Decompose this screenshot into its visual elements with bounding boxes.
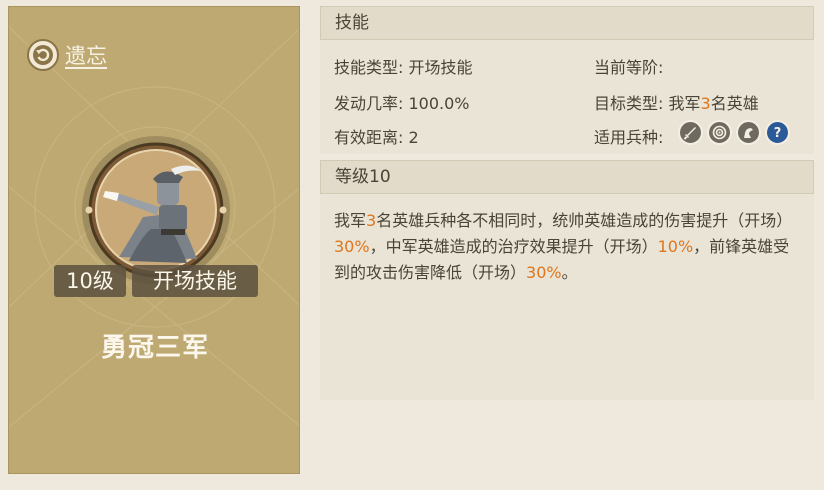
trigger-rate-row: 发动几率: 100.0% — [334, 90, 470, 114]
current-rank-row: 当前等阶: — [594, 54, 663, 78]
skill-section-header: 技能 — [320, 6, 814, 40]
undo-icon — [27, 39, 59, 71]
skill-type-label: 技能类型: — [334, 58, 404, 77]
level-description: 我军3名英雄兵种各不相同时，统帅英雄造成的伤害提升（开场）30%，中军英雄造成的… — [334, 208, 804, 286]
desc-text-3: ，中军英雄造成的治疗效果提升（开场） — [369, 237, 658, 256]
bow-icon[interactable] — [707, 120, 732, 145]
desc-number-1: 3 — [366, 211, 377, 230]
skill-type-row: 技能类型: 开场技能 — [334, 54, 473, 78]
sword-icon[interactable] — [678, 120, 703, 145]
forget-button[interactable]: 遗忘 — [27, 39, 107, 71]
skill-name: 勇冠三军 — [100, 333, 209, 363]
skill-type-value: 开场技能 — [408, 58, 473, 77]
desc-text-1: 我军 — [334, 211, 367, 230]
target-type-row: 目标类型: 我军3名英雄 — [594, 90, 759, 114]
skill-card: 遗忘 10级 开场技能 勇冠三军 — [8, 6, 300, 474]
trigger-rate-label: 发动几率: — [334, 94, 404, 113]
forget-label: 遗忘 — [65, 44, 107, 68]
svg-text:?: ? — [774, 126, 782, 140]
troop-icons: ? — [678, 120, 790, 145]
skill-portrait — [79, 133, 233, 287]
target-type-suffix: 名英雄 — [710, 94, 759, 113]
skill-type-badge: 开场技能 — [132, 265, 258, 297]
skill-level-badge: 10级 — [54, 265, 126, 297]
desc-number-3: 10% — [657, 237, 694, 256]
desc-number-2: 30% — [334, 237, 370, 256]
trigger-rate-value: 100.0% — [408, 94, 470, 113]
troop-type-label: 适用兵种: — [594, 128, 664, 147]
target-type-number: 3 — [700, 94, 711, 113]
desc-text-5: 。 — [561, 263, 578, 282]
desc-number-4: 30% — [526, 263, 562, 282]
desc-text-2: 名英雄兵种各不相同时，统帅英雄造成的伤害提升（开场） — [376, 211, 793, 230]
question-icon[interactable]: ? — [765, 120, 790, 145]
horse-icon[interactable] — [736, 120, 761, 145]
level-section-header: 等级10 — [320, 160, 814, 194]
target-type-prefix: 我军 — [668, 94, 701, 113]
range-row: 有效距离: 2 — [334, 124, 419, 148]
range-label: 有效距离: — [334, 128, 404, 147]
range-value: 2 — [408, 128, 419, 147]
current-rank-label: 当前等阶: — [594, 58, 664, 77]
target-type-label: 目标类型: — [594, 94, 664, 113]
troop-type-row: 适用兵种: — [594, 124, 663, 148]
